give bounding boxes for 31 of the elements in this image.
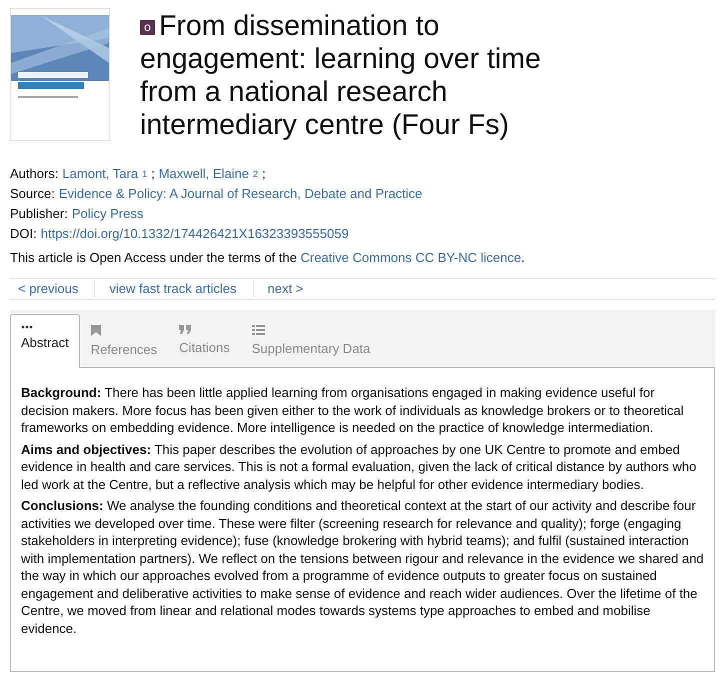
dots-icon <box>21 325 33 329</box>
affiliation-number: 1 <box>142 168 148 181</box>
separator: ; <box>262 165 266 183</box>
tab[interactable]: Supplementary Data <box>240 314 382 368</box>
metadata-link[interactable]: Policy Press <box>72 204 144 224</box>
metadata-link[interactable]: https://doi.org/10.1332/174426421X16323393555059 <box>40 224 349 244</box>
author-link[interactable]: Lamont, Tara <box>62 164 138 184</box>
field-label: DOI: <box>10 225 37 243</box>
quote-icon <box>179 325 192 334</box>
separator: ; <box>151 165 155 183</box>
open-access-badge: o <box>140 20 155 35</box>
list-icon <box>252 325 265 335</box>
nav-link[interactable]: view fast track articles <box>94 281 248 297</box>
metadata-link[interactable]: Evidence & Policy: A Journal of Research, Debate and Practice <box>58 184 422 204</box>
licence-link[interactable]: Creative Commons CC BY-NC licence <box>300 250 522 265</box>
affiliation-number: 2 <box>253 168 258 181</box>
nav-link[interactable]: < previous <box>10 281 90 297</box>
tab[interactable]: Citations <box>168 314 241 368</box>
abstract-paragraph: Background: There has been little applied learning from organisations engaged in making evidence useful for decision makers. More focus has been given either to the work of individuals as knowledge brokers or to theoretical frameworks on embedding evidence. More intelligence is needed on the practice of knowledge intermediation. <box>21 384 685 436</box>
tab[interactable]: Abstract <box>10 314 80 368</box>
abstract-paragraph: Conclusions: We analyse the founding conditions and theoretical context at the start of our activity and describe four activities we developed over time. These were filter (screening research for relevance and quality); forge (engaging stakeholders in interpreting evidence); fuse (knowledge brokering with hybrid teams); and fulfil (sustained interaction with implementation partners). We reflect on the tensions between rigour and relevance in the evidence we shared and the way in which our approaches evolved from a programme of evidence outputs to greater focus on sustained engagement and deliberative activities to make sense of evidence and reach wider audiences. Over the lifetime of the Centre, we moved from linear and relational modes towards systems type approaches to embed and mobilise evidence. <box>21 497 704 637</box>
author-link[interactable]: Maxwell, Elaine <box>158 164 250 184</box>
bookmark-icon <box>90 325 101 336</box>
field-label: Publisher: <box>10 205 68 223</box>
article-title: o From dissemination to engagement: learning over time from a national research intermediary centre (Four Fs) <box>140 10 542 142</box>
nav-link[interactable]: next > <box>252 281 316 297</box>
field-label: Authors: <box>10 165 58 183</box>
abstract-paragraph: Aims and objectives: This paper describes the evolution of approaches by one UK Centre to promote and embed evidence in health and care services. This is not a formal evaluation, given the lack of critical distance by authors who led work at the Centre, but a reflective analysis which may be helpful for other evidence intermediary bodies. <box>21 440 698 493</box>
field-label: Source: <box>10 185 55 203</box>
access-note: This article is Open Access under the terms of the Creative Commons CC BY-NC licence. <box>10 249 526 267</box>
tab[interactable]: References <box>80 314 168 368</box>
